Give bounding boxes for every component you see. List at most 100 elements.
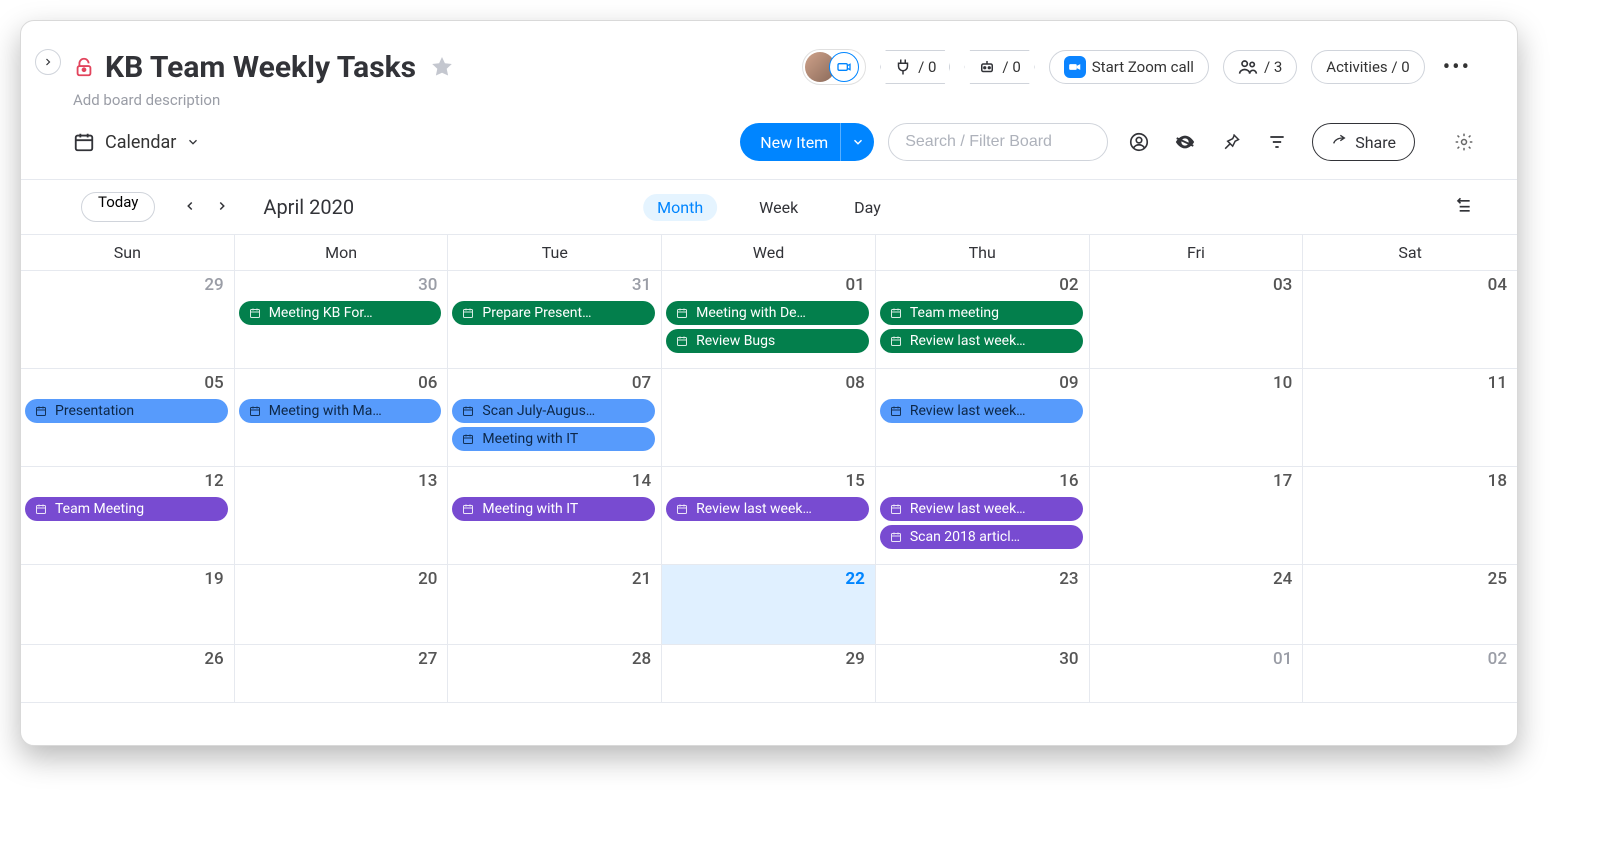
range-week[interactable]: Week xyxy=(745,194,812,221)
day-cell[interactable]: 08 xyxy=(662,369,876,467)
calendar-event[interactable]: Team meeting xyxy=(880,301,1083,325)
board-title[interactable]: KB Team Weekly Tasks xyxy=(105,50,416,85)
day-cell[interactable]: 09Review last week… xyxy=(876,369,1090,467)
robot-icon xyxy=(978,58,996,76)
view-label: Calendar xyxy=(105,132,176,153)
more-menu-button[interactable]: ••• xyxy=(1439,55,1475,80)
calendar-event[interactable]: Meeting KB For… xyxy=(239,301,442,325)
day-cell[interactable]: 29 xyxy=(21,271,235,369)
integrations-button[interactable]: / 0 xyxy=(880,50,950,84)
day-cell[interactable]: 02 xyxy=(1303,645,1517,703)
search-input[interactable] xyxy=(888,123,1108,161)
day-cell[interactable]: 12Team Meeting xyxy=(21,467,235,565)
day-cell[interactable]: 06Meeting with Ma… xyxy=(235,369,449,467)
lock-icon xyxy=(73,56,95,78)
new-item-label: New Item xyxy=(760,133,828,152)
calendar-event[interactable]: Review last week… xyxy=(880,329,1083,353)
share-label: Share xyxy=(1355,133,1396,152)
calendar-event[interactable]: Team Meeting xyxy=(25,497,228,521)
calendar-event[interactable]: Review last week… xyxy=(666,497,869,521)
calendar-event[interactable]: Review last week… xyxy=(880,497,1083,521)
day-number: 05 xyxy=(204,373,223,393)
day-cell[interactable]: 07Scan July-Augus…Meeting with IT xyxy=(448,369,662,467)
people-button[interactable]: / 3 xyxy=(1223,50,1297,84)
calendar-event[interactable]: Scan July-Augus… xyxy=(452,399,655,423)
day-cell[interactable]: 22 xyxy=(662,565,876,645)
day-cell[interactable]: 01 xyxy=(1090,645,1304,703)
event-label: Review last week… xyxy=(910,501,1026,517)
calendar-week-row: 2930Meeting KB For…31Prepare Present… 01 M… xyxy=(21,271,1517,369)
start-zoom-button[interactable]: Start Zoom call xyxy=(1049,50,1209,84)
day-cell[interactable]: 14Meeting with IT xyxy=(448,467,662,565)
chevron-right-icon xyxy=(42,56,54,68)
day-cell[interactable]: 05 Presentation xyxy=(21,369,235,467)
calendar-event[interactable]: Meeting with Ma… xyxy=(239,399,442,423)
board-description[interactable]: Add board description xyxy=(73,91,1475,109)
day-cell[interactable]: 10 xyxy=(1090,369,1304,467)
day-cell[interactable]: 15Review last week… xyxy=(662,467,876,565)
day-cell[interactable]: 21 xyxy=(448,565,662,645)
day-cell[interactable]: 19 xyxy=(21,565,235,645)
range-month[interactable]: Month xyxy=(643,194,717,221)
day-cell[interactable]: 18 xyxy=(1303,467,1517,565)
day-cell[interactable]: 28 xyxy=(448,645,662,703)
prev-month-button[interactable] xyxy=(183,198,197,217)
calendar-week-row: 19202122232425 xyxy=(21,565,1517,645)
activities-button[interactable]: Activities / 0 xyxy=(1311,50,1424,84)
event-label: Scan July-Augus… xyxy=(482,403,595,419)
day-cell[interactable]: 16Review last week…Scan 2018 articl… xyxy=(876,467,1090,565)
calendar-event[interactable]: Meeting with IT xyxy=(452,427,655,451)
calendar-event[interactable]: Prepare Present… xyxy=(452,301,655,325)
day-cell[interactable]: 20 xyxy=(235,565,449,645)
day-cell[interactable]: 30Meeting KB For… xyxy=(235,271,449,369)
day-cell[interactable]: 24 xyxy=(1090,565,1304,645)
day-cell[interactable]: 27 xyxy=(235,645,449,703)
automations-button[interactable]: / 0 xyxy=(964,50,1034,84)
board-members[interactable] xyxy=(802,49,866,85)
favorite-star-icon[interactable] xyxy=(430,55,454,79)
collapse-icon xyxy=(1453,195,1473,215)
expand-sidebar-toggle[interactable] xyxy=(35,49,61,75)
day-cell[interactable]: 02Team meetingReview last week… xyxy=(876,271,1090,369)
view-settings-button[interactable] xyxy=(1453,131,1475,153)
calendar-event[interactable]: Presentation xyxy=(25,399,228,423)
next-month-button[interactable] xyxy=(215,198,229,217)
calendar-event[interactable]: Scan 2018 articl… xyxy=(880,525,1083,549)
calendar-event[interactable]: Meeting with De… xyxy=(666,301,869,325)
calendar-event[interactable]: Review Bugs xyxy=(666,329,869,353)
pin-button[interactable] xyxy=(1220,131,1242,153)
day-cell[interactable]: 25 xyxy=(1303,565,1517,645)
person-filter-button[interactable] xyxy=(1128,131,1150,153)
day-cell[interactable]: 03 xyxy=(1090,271,1304,369)
today-button[interactable]: Today xyxy=(81,192,155,222)
day-cell[interactable]: 13 xyxy=(235,467,449,565)
day-number: 18 xyxy=(1488,471,1507,491)
filter-icon xyxy=(1267,132,1287,152)
sort-filter-button[interactable] xyxy=(1266,131,1288,153)
plug-icon xyxy=(894,58,912,76)
event-label: Meeting with IT xyxy=(482,431,578,447)
day-cell[interactable]: 31Prepare Present… xyxy=(448,271,662,369)
month-nav xyxy=(183,198,229,217)
day-cell[interactable]: 26 xyxy=(21,645,235,703)
day-cell[interactable]: 01 Meeting with De… Review Bugs xyxy=(662,271,876,369)
day-number: 13 xyxy=(418,471,437,491)
range-day[interactable]: Day xyxy=(840,194,895,221)
new-item-button[interactable]: New Item xyxy=(740,123,874,161)
new-item-dropdown[interactable] xyxy=(840,123,874,161)
day-number: 17 xyxy=(1273,471,1292,491)
day-cell[interactable]: 04 xyxy=(1303,271,1517,369)
calendar-event[interactable]: Review last week… xyxy=(880,399,1083,423)
share-button[interactable]: Share xyxy=(1312,123,1415,161)
day-cell[interactable]: 30 xyxy=(876,645,1090,703)
day-cell[interactable]: 17 xyxy=(1090,467,1304,565)
collapse-view-button[interactable] xyxy=(1453,195,1473,219)
hide-columns-button[interactable] xyxy=(1174,131,1196,153)
day-number: 01 xyxy=(846,275,865,295)
day-cell[interactable]: 11 xyxy=(1303,369,1517,467)
event-label: Meeting with De… xyxy=(696,305,806,321)
day-cell[interactable]: 23 xyxy=(876,565,1090,645)
day-cell[interactable]: 29 xyxy=(662,645,876,703)
calendar-event[interactable]: Meeting with IT xyxy=(452,497,655,521)
view-selector[interactable]: Calendar xyxy=(73,131,200,153)
